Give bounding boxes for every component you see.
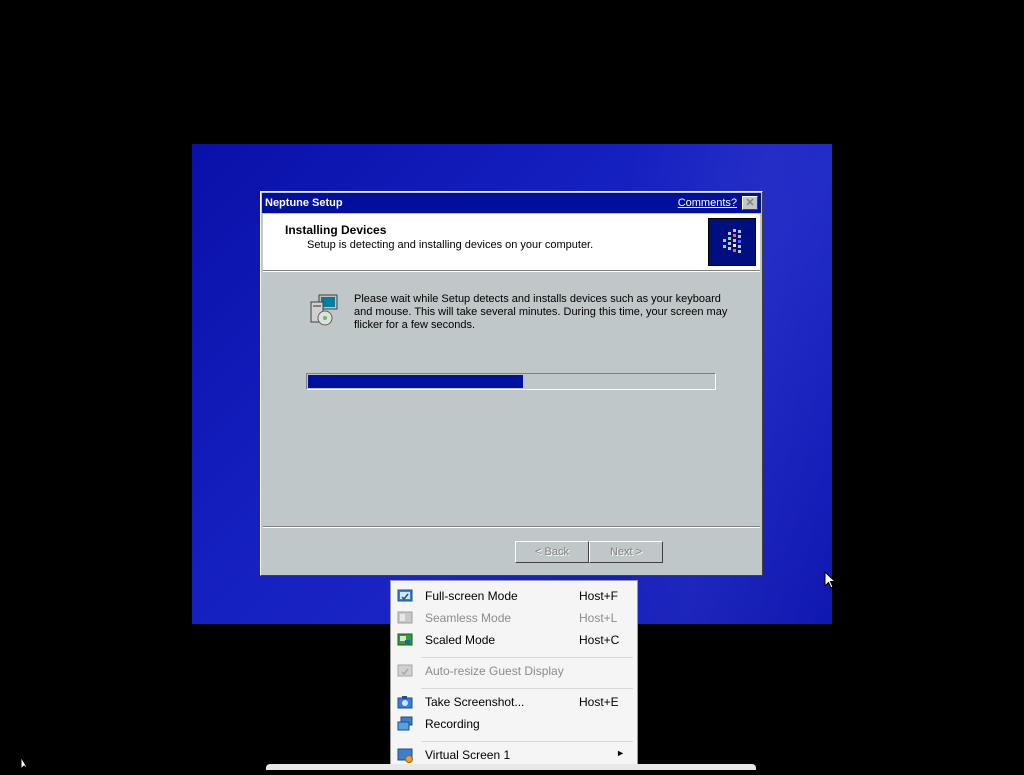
menu-item-seamless[interactable]: Seamless Mode Host+L	[391, 607, 637, 629]
setup-logo-icon	[708, 218, 756, 266]
comments-link[interactable]: Comments?	[678, 197, 737, 209]
menu-shortcut: Host+E	[579, 695, 619, 709]
install-progress-bar	[306, 373, 716, 390]
menu-separator	[421, 657, 633, 658]
dialog-header: Installing Devices Setup is detecting an…	[263, 214, 760, 271]
auto-resize-icon	[397, 663, 413, 679]
menu-separator	[421, 688, 633, 689]
menu-item-take-screenshot[interactable]: Take Screenshot... Host+E	[391, 691, 637, 713]
menu-separator	[421, 741, 633, 742]
menu-shortcut: Host+L	[579, 611, 618, 625]
progress-fill	[308, 375, 523, 388]
seamless-icon	[397, 610, 413, 626]
header-subtitle: Setup is detecting and installing device…	[307, 239, 594, 251]
mouse-cursor-icon	[824, 570, 837, 594]
dialog-title: Neptune Setup	[265, 197, 343, 209]
menu-item-virtual-screen-1[interactable]: Virtual Screen 1 ►	[391, 744, 637, 766]
host-cursor-icon	[20, 755, 32, 775]
menu-label: Full-screen Mode	[425, 589, 518, 603]
header-title: Installing Devices	[285, 223, 387, 237]
mini-toolbar	[266, 764, 756, 770]
next-button[interactable]: Next >	[589, 541, 663, 563]
menu-label: Auto-resize Guest Display	[425, 664, 564, 678]
menu-item-scaled[interactable]: Scaled Mode Host+C	[391, 629, 637, 651]
menu-item-fullscreen[interactable]: Full-screen Mode Host+F	[391, 585, 637, 607]
setup-dialog: Neptune Setup Comments? ✕ Installing Dev…	[260, 191, 763, 576]
recording-icon	[397, 716, 413, 732]
virtual-screen-icon	[397, 747, 413, 763]
computer-cd-icon	[305, 292, 341, 328]
screenshot-icon	[397, 694, 413, 710]
menu-shortcut: Host+C	[579, 633, 620, 647]
menu-item-recording[interactable]: Recording	[391, 713, 637, 735]
header-divider	[263, 271, 760, 272]
view-context-menu: Full-screen Mode Host+F Seamless Mode Ho…	[390, 580, 638, 768]
scaled-icon	[397, 632, 413, 648]
menu-label: Recording	[425, 717, 480, 731]
back-button[interactable]: < Back	[515, 541, 589, 563]
submenu-arrow-icon: ►	[616, 748, 625, 758]
fullscreen-icon	[397, 588, 413, 604]
close-button[interactable]: ✕	[742, 196, 758, 210]
dialog-titlebar: Neptune Setup Comments? ✕	[262, 193, 761, 213]
menu-item-auto-resize[interactable]: Auto-resize Guest Display	[391, 660, 637, 682]
menu-label: Seamless Mode	[425, 611, 512, 625]
install-message: Please wait while Setup detects and inst…	[354, 293, 728, 331]
footer-divider	[263, 526, 760, 528]
menu-label: Scaled Mode	[425, 633, 496, 647]
menu-label: Take Screenshot...	[425, 695, 525, 709]
menu-shortcut: Host+F	[579, 589, 619, 603]
menu-label: Virtual Screen 1	[425, 748, 511, 762]
